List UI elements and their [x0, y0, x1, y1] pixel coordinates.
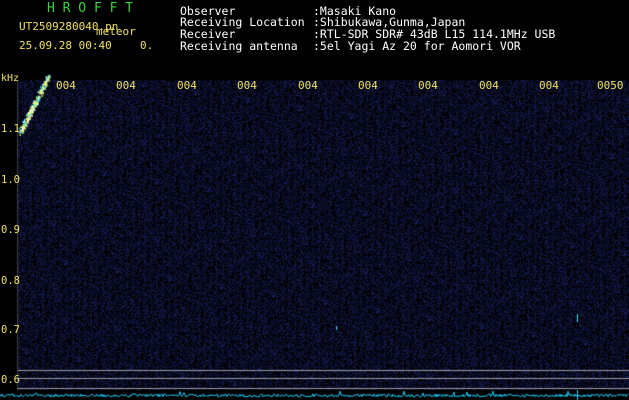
- time-tick: 004: [116, 79, 136, 92]
- time-tick: 0050: [597, 79, 624, 92]
- freq-tick: 0.6: [1, 374, 20, 386]
- time-tick: 004: [539, 79, 559, 92]
- app-title: H R O F F T: [47, 1, 134, 16]
- spectrogram-canvas: [0, 72, 629, 400]
- meteor-label: meteor: [96, 25, 136, 38]
- freq-tick: 1.0: [1, 174, 20, 186]
- time-tick: 004: [56, 79, 76, 92]
- meteor-count: 0.: [140, 39, 154, 52]
- time-tick: 004: [298, 79, 318, 92]
- antenna-value: :5el Yagi Az 20 for Aomori VOR: [313, 39, 521, 53]
- freq-tick: 0.8: [1, 275, 20, 287]
- time-tick: 004: [237, 79, 257, 92]
- frequency-unit-label: kHz: [1, 73, 20, 84]
- time-tick: 004: [177, 79, 197, 92]
- time-tick: 004: [479, 79, 499, 92]
- freq-tick: 0.7: [1, 324, 20, 336]
- time-tick: 004: [418, 79, 438, 92]
- date-time: 25.09.28 00:40: [19, 39, 112, 52]
- antenna-label: Receiving antenna: [180, 39, 298, 53]
- time-tick: 004: [358, 79, 378, 92]
- freq-tick: 0.9: [1, 224, 20, 236]
- freq-tick: 1.1: [1, 123, 20, 135]
